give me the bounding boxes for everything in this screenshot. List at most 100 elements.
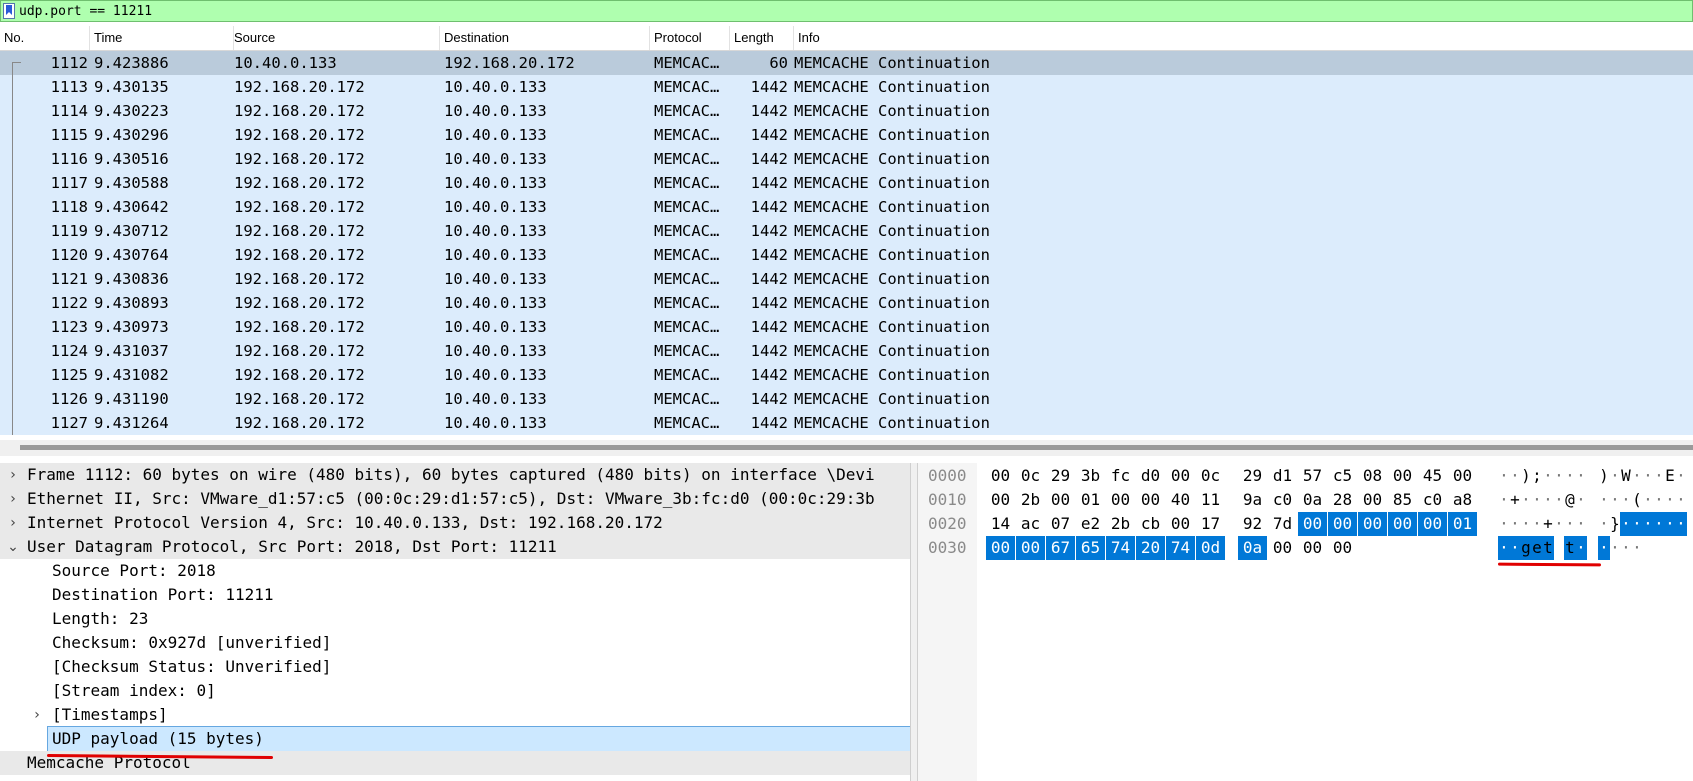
expanded-chevron-icon[interactable]: ⌄ xyxy=(6,535,20,559)
detail-row[interactable]: › Ethernet II, Src: VMware_d1:57:c5 (00:0… xyxy=(0,487,910,511)
hex-byte[interactable]: 00 xyxy=(1298,536,1327,560)
hex-row[interactable]: 0030 00 00 67 65 74 20 74 0d 0a 00 00 00 · · g e t t · · · · · xyxy=(918,536,1693,560)
hex-row[interactable]: 0010 00 2b 00 01 00 00 40 11 9a c0 0a 28 00 85 c0 a8 · + · ·… xyxy=(918,488,1693,512)
packet-row[interactable]: 1117 9.430588 192.168.20.172 10.40.0.133 MEM… xyxy=(0,171,1693,195)
display-filter-input[interactable] xyxy=(19,2,1679,20)
hex-byte[interactable]: 00 xyxy=(1418,512,1447,536)
packet-row[interactable]: 1118 9.430642 192.168.20.172 10.40.0.133 MEM… xyxy=(0,195,1693,219)
hex-byte[interactable]: 9a xyxy=(1238,488,1267,512)
hex-byte[interactable]: 85 xyxy=(1388,488,1417,512)
hex-byte[interactable]: 29 xyxy=(1238,464,1267,488)
packet-row[interactable]: 1125 9.431082 192.168.20.172 10.40.0.133 MEM… xyxy=(0,363,1693,387)
hex-byte[interactable]: 00 xyxy=(1388,464,1417,488)
packet-row[interactable]: 1113 9.430135 192.168.20.172 10.40.0.133 MEM… xyxy=(0,75,1693,99)
hex-byte[interactable]: 2b xyxy=(1106,512,1135,536)
hex-byte[interactable]: d1 xyxy=(1268,464,1297,488)
ascii-char[interactable]: · xyxy=(1575,512,1587,536)
pane-splitter[interactable] xyxy=(0,440,1693,456)
packet-row[interactable]: 1116 9.430516 192.168.20.172 10.40.0.133 MEM… xyxy=(0,147,1693,171)
hex-byte[interactable]: 65 xyxy=(1076,536,1105,560)
hex-byte[interactable]: 45 xyxy=(1418,464,1447,488)
hex-byte[interactable]: 3b xyxy=(1076,464,1105,488)
hex-byte[interactable]: 00 xyxy=(986,536,1015,560)
column-header-time[interactable]: Time xyxy=(90,26,234,50)
detail-row[interactable]: Length: 23 xyxy=(0,607,910,631)
ascii-char[interactable]: · xyxy=(1575,464,1587,488)
column-header-destination[interactable]: Destination xyxy=(440,26,650,50)
detail-row-selected[interactable]: UDP payload (15 bytes) xyxy=(47,726,910,752)
hex-byte[interactable]: 11 xyxy=(1196,488,1225,512)
column-header-source[interactable]: Source xyxy=(230,26,440,50)
hex-byte[interactable]: 2b xyxy=(1016,488,1045,512)
hex-byte[interactable]: 00 xyxy=(1358,512,1387,536)
detail-row[interactable]: Checksum: 0x927d [unverified] xyxy=(0,631,910,655)
ascii-char[interactable]: · xyxy=(1675,464,1687,488)
hex-byte[interactable]: 67 xyxy=(1046,536,1075,560)
hex-byte[interactable]: 00 xyxy=(1016,536,1045,560)
hex-byte[interactable]: c0 xyxy=(1268,488,1297,512)
packet-row[interactable]: 1120 9.430764 192.168.20.172 10.40.0.133 MEM… xyxy=(0,243,1693,267)
hex-byte[interactable]: 0a xyxy=(1238,536,1267,560)
display-filter-bar[interactable] xyxy=(0,0,1693,22)
packet-row[interactable]: 1115 9.430296 192.168.20.172 10.40.0.133 MEM… xyxy=(0,123,1693,147)
hex-byte[interactable]: 0c xyxy=(1016,464,1045,488)
ascii-char[interactable]: · xyxy=(1675,488,1687,512)
hex-byte[interactable]: 00 xyxy=(1136,488,1165,512)
hex-byte[interactable]: 00 xyxy=(1166,464,1195,488)
packet-details-pane[interactable]: › Frame 1112: 60 bytes on wire (480 bits)… xyxy=(0,463,910,781)
hex-byte[interactable]: 57 xyxy=(1298,464,1327,488)
collapsed-chevron-icon[interactable]: › xyxy=(6,487,20,511)
collapsed-chevron-icon[interactable]: › xyxy=(6,511,20,535)
detail-row[interactable]: › [Timestamps] xyxy=(0,703,910,727)
detail-row[interactable]: Destination Port: 11211 xyxy=(0,583,910,607)
collapsed-chevron-icon[interactable]: › xyxy=(6,463,20,487)
hex-byte[interactable]: ac xyxy=(1016,512,1045,536)
hex-byte[interactable]: 29 xyxy=(1046,464,1075,488)
hex-byte[interactable]: 00 xyxy=(1106,488,1135,512)
packet-list[interactable]: 1112 9.423886 10.40.0.133 192.168.20.172 MEM… xyxy=(0,51,1693,436)
detail-row[interactable]: [Checksum Status: Unverified] xyxy=(0,655,910,679)
packet-row-selected[interactable]: 1112 9.423886 10.40.0.133 192.168.20.172 MEM… xyxy=(0,51,1693,76)
packet-row[interactable]: 1123 9.430973 192.168.20.172 10.40.0.133 MEM… xyxy=(0,315,1693,339)
collapsed-chevron-icon[interactable]: › xyxy=(30,703,44,727)
packet-row[interactable]: 1121 9.430836 192.168.20.172 10.40.0.133 MEM… xyxy=(0,267,1693,291)
packet-row[interactable]: 1119 9.430712 192.168.20.172 10.40.0.133 MEM… xyxy=(0,219,1693,243)
hex-byte[interactable]: 07 xyxy=(1046,512,1075,536)
detail-row[interactable]: › Frame 1112: 60 bytes on wire (480 bits)… xyxy=(0,463,910,487)
hex-byte[interactable]: 00 xyxy=(1358,488,1387,512)
hex-byte[interactable]: c0 xyxy=(1418,488,1447,512)
hex-byte[interactable]: 14 xyxy=(986,512,1015,536)
hex-byte[interactable]: 7d xyxy=(1268,512,1297,536)
hex-byte[interactable]: cb xyxy=(1136,512,1165,536)
hex-byte[interactable]: 08 xyxy=(1358,464,1387,488)
packet-bytes-pane[interactable]: 0000 00 0c 29 3b fc d0 00 0c 29 d1 57 c5 08 00 45 00 · ·);… xyxy=(918,463,1693,781)
hex-byte[interactable]: 00 xyxy=(1388,512,1417,536)
hex-byte[interactable]: a8 xyxy=(1448,488,1477,512)
hex-byte[interactable]: 00 xyxy=(1328,536,1357,560)
hex-row[interactable]: 0020 14 ac 07 e2 2b cb 00 17 92 7d 00 00 00 00 00 01 · · · ·… xyxy=(918,512,1693,536)
hex-byte[interactable]: 17 xyxy=(1196,512,1225,536)
packet-row[interactable]: 1114 9.430223 192.168.20.172 10.40.0.133 MEM… xyxy=(0,99,1693,123)
column-header-length[interactable]: Length xyxy=(730,26,794,50)
detail-row[interactable]: › Internet Protocol Version 4, Src: 10.40… xyxy=(0,511,910,535)
hex-byte[interactable]: 0d xyxy=(1196,536,1225,560)
packet-row[interactable]: 1122 9.430893 192.168.20.172 10.40.0.133 MEM… xyxy=(0,291,1693,315)
detail-row[interactable]: Source Port: 2018 xyxy=(0,559,910,583)
hex-byte[interactable]: 00 xyxy=(1166,512,1195,536)
hex-byte[interactable]: e2 xyxy=(1076,512,1105,536)
packet-row[interactable]: 1127 9.431264 192.168.20.172 10.40.0.133 MEM… xyxy=(0,411,1693,435)
hex-byte[interactable]: 00 xyxy=(1268,536,1297,560)
column-header-info[interactable]: Info xyxy=(794,26,1693,50)
hex-byte[interactable]: 01 xyxy=(1076,488,1105,512)
hex-byte[interactable]: 92 xyxy=(1238,512,1267,536)
hex-byte[interactable]: c5 xyxy=(1328,464,1357,488)
vertical-pane-splitter[interactable] xyxy=(910,463,918,781)
detail-row[interactable]: ⌄ User Datagram Protocol, Src Port: 2018,… xyxy=(0,535,910,559)
hex-byte[interactable]: 74 xyxy=(1166,536,1195,560)
ascii-char[interactable]: · xyxy=(1675,512,1687,536)
hex-row[interactable]: 0000 00 0c 29 3b fc d0 00 0c 29 d1 57 c5 08 00 45 00 · ·);… xyxy=(918,464,1693,488)
packet-row[interactable]: 1124 9.431037 192.168.20.172 10.40.0.133 MEM… xyxy=(0,339,1693,363)
hex-byte[interactable]: 00 xyxy=(1046,488,1075,512)
hex-byte[interactable]: 00 xyxy=(1328,512,1357,536)
ascii-char[interactable]: t xyxy=(1542,536,1554,560)
